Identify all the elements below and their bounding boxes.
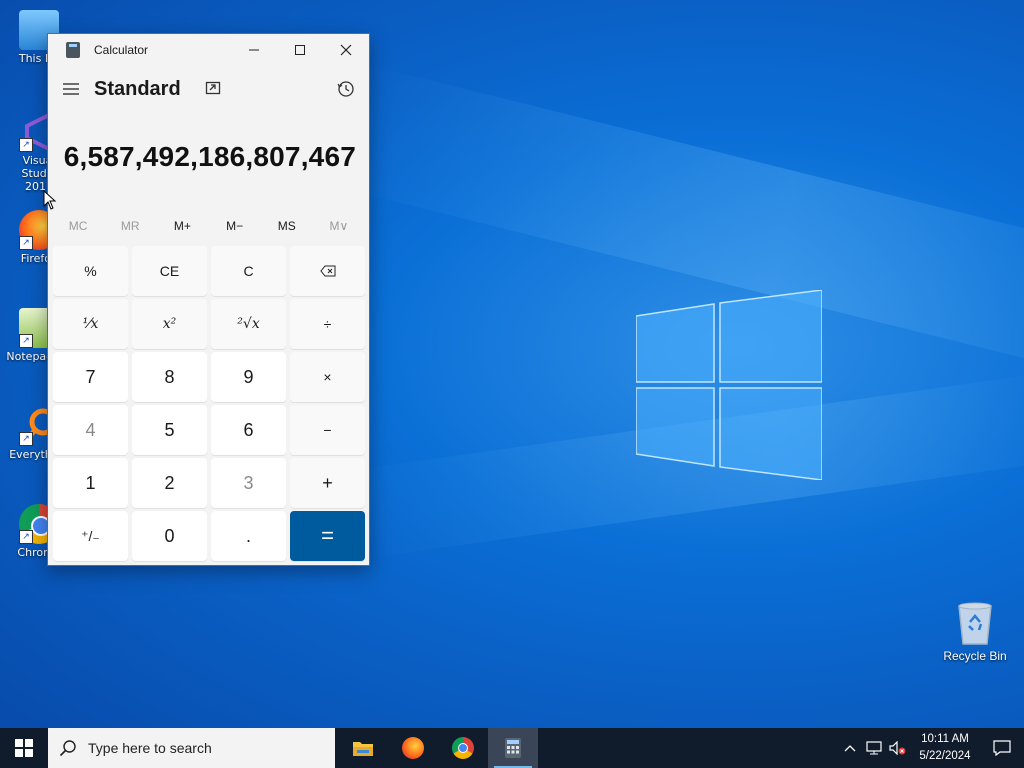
- folder-icon: [353, 742, 373, 756]
- square-root-button[interactable]: ²√x: [211, 299, 286, 349]
- shortcut-arrow-icon: ↗: [19, 530, 33, 544]
- title-bar[interactable]: Calculator: [48, 34, 369, 66]
- calculator-header: Standard: [48, 66, 369, 112]
- network-button[interactable]: [862, 741, 886, 755]
- digit-8-button[interactable]: 8: [132, 352, 207, 402]
- recycle-bin-icon: [958, 602, 992, 645]
- desktop-icon-label: Recycle Bin: [943, 649, 1007, 663]
- clear-entry-button[interactable]: CE: [132, 246, 207, 296]
- keep-on-top-button[interactable]: [199, 75, 227, 103]
- firefox-icon: [402, 737, 424, 759]
- shortcut-arrow-icon: ↗: [19, 236, 33, 250]
- digit-5-button[interactable]: 5: [132, 405, 207, 455]
- history-button[interactable]: [323, 69, 369, 109]
- multiply-button[interactable]: ×: [290, 352, 365, 402]
- square-button[interactable]: x²: [132, 299, 207, 349]
- volume-button[interactable]: [886, 741, 910, 755]
- taskbar-calculator[interactable]: [488, 728, 538, 768]
- calculator-mode-title: Standard: [94, 77, 181, 100]
- hamburger-icon: [63, 83, 79, 95]
- navigation-menu-button[interactable]: [48, 69, 94, 109]
- memory-row: MC MR M+ M− MS M∨: [48, 208, 369, 244]
- volume-muted-icon: [889, 741, 906, 755]
- taskbar-search-box[interactable]: Type here to search: [48, 728, 335, 768]
- memory-store-button[interactable]: MS: [261, 219, 313, 233]
- close-icon: [340, 44, 352, 56]
- negate-button[interactable]: ⁺/₋: [53, 511, 128, 561]
- system-tray: 10:11 AM 5/22/2024: [838, 728, 1024, 768]
- minimize-button[interactable]: [231, 34, 277, 66]
- search-placeholder: Type here to search: [88, 740, 212, 756]
- mouse-cursor-icon: [43, 190, 57, 210]
- backspace-button[interactable]: [290, 246, 365, 296]
- calculator-icon: [505, 738, 521, 758]
- chrome-icon: [452, 737, 474, 759]
- shortcut-arrow-icon: ↗: [19, 138, 33, 152]
- percent-button[interactable]: %: [53, 246, 128, 296]
- notification-icon: [993, 740, 1011, 756]
- digit-0-button[interactable]: 0: [132, 511, 207, 561]
- minimize-icon: [249, 49, 259, 51]
- close-button[interactable]: [323, 34, 369, 66]
- clear-button[interactable]: C: [211, 246, 286, 296]
- chevron-up-icon: [844, 745, 856, 752]
- memory-add-button[interactable]: M+: [156, 219, 208, 233]
- window-title: Calculator: [94, 43, 149, 57]
- keypad: % CE C ⅟x x² ²√x ÷ 7 8 9 × 4 5 6 − 1 2 3…: [53, 246, 365, 561]
- start-button[interactable]: [0, 728, 48, 768]
- maximize-icon: [295, 45, 305, 55]
- memory-clear-button[interactable]: MC: [52, 219, 104, 233]
- subtract-button[interactable]: −: [290, 405, 365, 455]
- add-button[interactable]: +: [290, 458, 365, 508]
- calculator-window: Calculator Standard 6,587,492,186,807,46…: [47, 33, 370, 566]
- digit-4-button[interactable]: 4: [53, 405, 128, 455]
- show-hidden-icons-button[interactable]: [838, 744, 862, 752]
- digit-1-button[interactable]: 1: [53, 458, 128, 508]
- taskbar-firefox[interactable]: [388, 728, 438, 768]
- shortcut-arrow-icon: ↗: [19, 432, 33, 446]
- digit-2-button[interactable]: 2: [132, 458, 207, 508]
- calculator-app-icon: [66, 42, 80, 58]
- shortcut-arrow-icon: ↗: [19, 334, 33, 348]
- decimal-button[interactable]: .: [211, 511, 286, 561]
- taskbar-file-explorer[interactable]: [338, 728, 388, 768]
- notifications-button[interactable]: [980, 740, 1024, 756]
- taskbar: Type here to search 10:11 AM 5/22/2024: [0, 728, 1024, 768]
- memory-subtract-button[interactable]: M−: [209, 219, 261, 233]
- windows-start-icon: [15, 739, 33, 757]
- taskbar-clock[interactable]: 10:11 AM 5/22/2024: [910, 731, 980, 765]
- search-icon: [48, 739, 88, 757]
- history-icon: [337, 81, 354, 97]
- windows-logo-wallpaper: [636, 290, 822, 480]
- digit-3-button[interactable]: 3: [211, 458, 286, 508]
- equals-button[interactable]: =: [290, 511, 365, 561]
- digit-6-button[interactable]: 6: [211, 405, 286, 455]
- backspace-icon: [319, 265, 335, 277]
- divide-button[interactable]: ÷: [290, 299, 365, 349]
- maximize-button[interactable]: [277, 34, 323, 66]
- digit-9-button[interactable]: 9: [211, 352, 286, 402]
- digit-7-button[interactable]: 7: [53, 352, 128, 402]
- clock-date: 5/22/2024: [919, 750, 971, 762]
- memory-recall-button[interactable]: MR: [104, 219, 156, 233]
- clock-time: 10:11 AM: [921, 733, 969, 745]
- network-icon: [866, 741, 882, 755]
- taskbar-chrome[interactable]: [438, 728, 488, 768]
- result-display: 6,587,492,186,807,467: [63, 141, 356, 172]
- reciprocal-button[interactable]: ⅟x: [53, 299, 128, 349]
- desktop-icon-recycle-bin[interactable]: Recycle Bin: [940, 600, 1010, 663]
- memory-list-button[interactable]: M∨: [313, 219, 365, 233]
- keep-on-top-icon: [205, 81, 220, 95]
